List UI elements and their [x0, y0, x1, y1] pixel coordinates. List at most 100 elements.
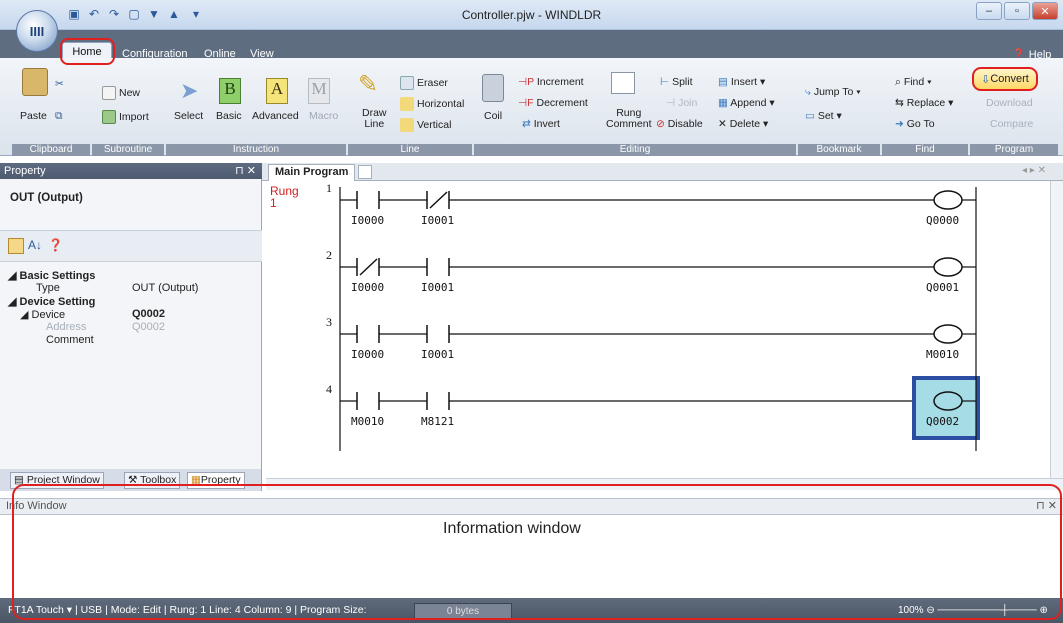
set-bookmark-button[interactable]: ▭ Set ▾	[805, 110, 842, 122]
go-to-label: Go To	[906, 118, 935, 130]
output-coil	[933, 391, 963, 411]
project-window-label: Project Window	[26, 474, 100, 486]
find-button[interactable]: ⌕ Find ▾	[895, 76, 932, 89]
delete-button[interactable]: ✕ Delete ▾	[718, 118, 768, 130]
tab-property[interactable]: ▦Property	[187, 472, 245, 489]
append-button[interactable]: ▦ Append ▾	[718, 97, 775, 109]
append-label: Append	[730, 97, 767, 109]
basic-settings-label: Basic Settings	[19, 270, 96, 282]
zoom-out-icon[interactable]: ⊖	[926, 605, 934, 616]
horizontal-label: Horizontal	[417, 97, 465, 110]
new-label: New	[119, 86, 141, 99]
jump-to-button[interactable]: ⤷ Jump To ▾	[805, 86, 861, 99]
property-label: Property	[200, 474, 241, 486]
group-clipboard: Clipboard	[12, 144, 90, 156]
insert-icon: ▤	[718, 76, 731, 88]
contact-nc-slash	[429, 191, 448, 209]
contact-device-label: M8121	[421, 415, 454, 428]
new-tab-icon[interactable]	[358, 165, 372, 179]
help-circle-icon[interactable]: ❓	[48, 238, 63, 252]
device-setting-label: Device Setting	[19, 296, 96, 308]
replace-icon: ⇆	[895, 97, 907, 109]
split-icon: ⊢	[660, 76, 673, 88]
contact-device-label: I0000	[351, 348, 384, 361]
maximize-button[interactable]: ▫	[1004, 2, 1030, 20]
tab-project-window[interactable]: ▤ Project Window	[10, 472, 104, 489]
eraser-button[interactable]: Eraser	[400, 76, 448, 90]
copy-icon[interactable]: ⧉	[55, 110, 63, 123]
ladder-diagram[interactable]: 1 I0000 I0001 Q0000 2 I0000 I0001 Q0001 3 I0000 I0…	[268, 181, 1052, 478]
status-text: FT1A Touch ▾ | USB | Mode: Edit | Rung: …	[8, 604, 367, 616]
info-window-header: Info Window ⊓ ✕	[0, 498, 1063, 515]
compare-button[interactable]: Compare	[990, 118, 1033, 130]
vertical-line-icon	[400, 118, 414, 132]
increment-icon: ⊣P	[518, 76, 537, 88]
pin-close-icons[interactable]: ⊓ ✕	[235, 163, 256, 179]
rung-comment-icon	[611, 72, 635, 94]
group-editing: Editing	[474, 144, 796, 156]
app-menu-button[interactable]: IIII	[16, 10, 58, 52]
tab-main-program[interactable]: Main Program	[268, 164, 356, 181]
draw-line-button[interactable]: Draw Line	[362, 108, 387, 130]
window-title: Controller.pjw - WINDLDR	[461, 8, 602, 22]
coil-button[interactable]: Coil	[484, 110, 502, 122]
decrement-button[interactable]: ⊣F Decrement	[518, 97, 588, 109]
property-title: OUT (Output)	[10, 192, 83, 204]
select-button[interactable]: Select	[174, 110, 203, 122]
contact-nc-slash	[359, 258, 378, 276]
cut-icon[interactable]: ✂	[55, 78, 64, 90]
draw-line-icon: ✎	[358, 71, 379, 98]
replace-button[interactable]: ⇆ Replace ▾	[895, 97, 953, 109]
rung-label: Rung 1	[270, 184, 299, 210]
horizontal-scrollbar[interactable]	[266, 478, 1063, 490]
disable-button[interactable]: ⊘ Disable	[656, 118, 703, 130]
download-button[interactable]: Download	[986, 97, 1033, 109]
rung-comment-button[interactable]: Rung Comment	[606, 108, 652, 130]
info-pin-close-icons[interactable]: ⊓ ✕	[1036, 499, 1057, 514]
convert-button[interactable]: ⇩ Convert	[972, 67, 1038, 91]
sort-alpha-icon[interactable]: A↓	[28, 238, 42, 252]
group-line: Line	[348, 144, 472, 156]
section-basic-settings[interactable]: ◢ Basic Settings	[8, 269, 95, 282]
delete-icon: ✕	[718, 118, 730, 130]
basic-button[interactable]: Basic	[216, 110, 242, 122]
increment-button[interactable]: ⊣P Increment	[518, 76, 584, 88]
tab-toolbox[interactable]: ⚒ Toolbox	[124, 472, 181, 489]
info-window-annotation: Information window	[443, 520, 581, 537]
decrement-icon: ⊣F	[518, 97, 537, 109]
section-device-setting[interactable]: ◢ Device Setting	[8, 295, 95, 308]
advanced-button[interactable]: Advanced	[252, 110, 299, 122]
eraser-icon	[400, 76, 414, 90]
paste-icon[interactable]	[22, 68, 48, 96]
eraser-label: Eraser	[417, 76, 448, 89]
toolbox-icon: ⚒	[128, 474, 141, 486]
convert-label: Convert	[990, 73, 1029, 85]
import-button[interactable]: Import	[102, 110, 149, 124]
zoom-in-icon[interactable]: ⊕	[1040, 605, 1048, 616]
minimize-button[interactable]: –	[976, 2, 1002, 20]
output-coil	[933, 257, 963, 277]
macro-button[interactable]: Macro	[309, 110, 338, 122]
go-to-button[interactable]: ➜ Go To	[895, 118, 935, 130]
zoom-control[interactable]: 100% ⊖ ─────────┼──── ⊕	[898, 605, 1048, 616]
horizontal-line-icon	[400, 97, 414, 111]
new-subroutine-button[interactable]: New	[102, 86, 140, 100]
info-header-label: Info Window	[6, 500, 67, 512]
vertical-line-button[interactable]: Vertical	[400, 118, 451, 132]
group-find: Find	[882, 144, 968, 156]
device-key: ◢ Device	[20, 309, 66, 321]
device-value[interactable]: Q0002	[132, 308, 165, 320]
invert-button[interactable]: ⇄ Invert	[522, 118, 560, 130]
split-button[interactable]: ⊢ Split	[660, 76, 693, 88]
jump-to-icon: ⤷	[805, 86, 814, 98]
join-button[interactable]: ⊣ Join	[666, 97, 697, 109]
insert-button[interactable]: ▤ Insert ▾	[718, 76, 765, 88]
paste-button[interactable]: Paste	[20, 110, 47, 122]
horizontal-line-button[interactable]: Horizontal	[400, 97, 464, 111]
tab-nav-icons[interactable]: ◂ ▸ ✕	[1022, 165, 1046, 176]
categorized-icon[interactable]	[8, 238, 24, 254]
delete-label: Delete	[729, 118, 761, 130]
vertical-scrollbar[interactable]	[1050, 181, 1063, 478]
close-button[interactable]: ✕	[1032, 2, 1058, 20]
coil-device-label: Q0002	[926, 415, 959, 428]
